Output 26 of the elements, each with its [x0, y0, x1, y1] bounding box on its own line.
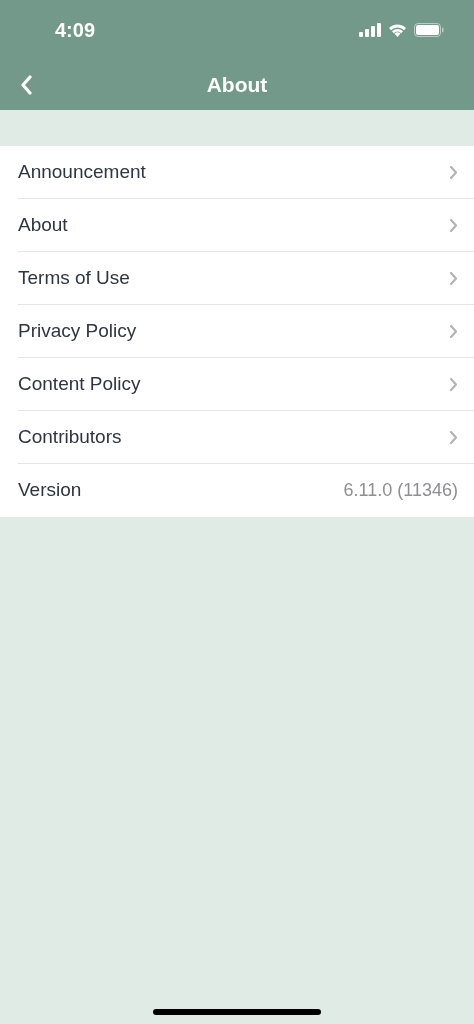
version-value: 6.11.0 (11346)	[343, 479, 458, 502]
row-label: Content Policy	[18, 371, 142, 396]
list-row[interactable]: About	[18, 199, 474, 252]
row-label: Privacy Policy	[18, 318, 138, 343]
chevron-icon	[449, 217, 458, 233]
back-icon	[20, 75, 32, 95]
row-label: Terms of Use	[18, 265, 131, 290]
row-label: Contributors	[18, 424, 123, 449]
chevron-icon	[449, 429, 458, 445]
list-row[interactable]: Content Policy	[18, 358, 474, 411]
list-row[interactable]: Privacy Policy	[18, 305, 474, 358]
chevron-icon	[449, 270, 458, 286]
row-label: Announcement	[18, 159, 147, 184]
signal-icon	[359, 23, 381, 37]
status-time: 4:09	[55, 18, 96, 43]
list-row[interactable]: Announcement	[18, 146, 474, 199]
list-row[interactable]: Terms of Use	[18, 252, 474, 305]
wifi-icon	[388, 23, 407, 37]
battery-icon	[414, 23, 444, 37]
chevron-icon	[449, 376, 458, 392]
screen-title: About	[206, 72, 268, 99]
row-label: Version	[18, 478, 83, 503]
chevron-icon	[449, 164, 458, 180]
chevron-icon	[449, 323, 458, 339]
row-label: About	[18, 212, 69, 237]
list-row[interactable]: Contributors	[18, 411, 474, 464]
